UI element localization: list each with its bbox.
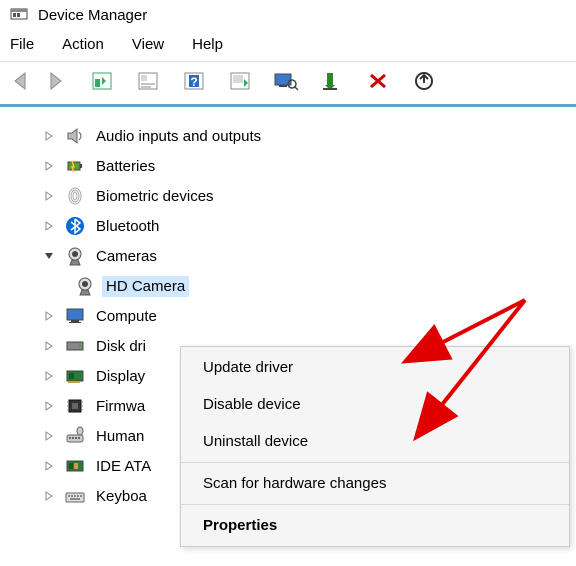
display-adapter-icon	[64, 366, 86, 386]
disk-icon	[64, 336, 86, 356]
tree-node-label: Batteries	[92, 156, 159, 177]
tree-node-cameras[interactable]: Cameras	[40, 241, 568, 271]
tree-node-label: HD Camera	[102, 276, 189, 297]
forward-button[interactable]	[42, 68, 70, 94]
cm-uninstall-device[interactable]: Uninstall device	[181, 423, 569, 460]
cm-disable-device[interactable]: Disable device	[181, 386, 569, 423]
chevron-right-icon[interactable]	[40, 401, 58, 411]
cm-separator	[181, 462, 569, 463]
tree-node-label: Compute	[92, 306, 161, 327]
tree-node-label: Disk dri	[92, 336, 150, 357]
tree-node-label: Audio inputs and outputs	[92, 126, 265, 147]
enable-device-button[interactable]	[318, 68, 346, 94]
chip-icon	[64, 396, 86, 416]
back-button[interactable]	[8, 68, 36, 94]
chevron-right-icon[interactable]	[40, 341, 58, 351]
hid-icon	[64, 426, 86, 446]
tree-node-hd-camera[interactable]: HD Camera	[40, 271, 568, 301]
bluetooth-icon	[64, 216, 86, 236]
speaker-icon	[64, 126, 86, 146]
camera-icon	[74, 276, 96, 296]
tree-node-bluetooth[interactable]: Bluetooth	[40, 211, 568, 241]
tree-node-label: Bluetooth	[92, 216, 163, 237]
monitor-search-button[interactable]	[272, 68, 300, 94]
show-hide-tree-button[interactable]	[88, 68, 116, 94]
tree-node-label: Display	[92, 366, 149, 387]
titlebar: Device Manager	[0, 0, 576, 32]
chevron-right-icon[interactable]	[40, 131, 58, 141]
tree-node-biometric[interactable]: Biometric devices	[40, 181, 568, 211]
menubar: File Action View Help	[0, 32, 576, 62]
tree-node-audio[interactable]: Audio inputs and outputs	[40, 121, 568, 151]
chevron-right-icon[interactable]	[40, 221, 58, 231]
cm-properties[interactable]: Properties	[181, 507, 569, 544]
tree-node-label: Firmwa	[92, 396, 149, 417]
chevron-right-icon[interactable]	[40, 161, 58, 171]
tree-node-batteries[interactable]: Batteries	[40, 151, 568, 181]
tree-node-computer[interactable]: Compute	[40, 301, 568, 331]
help-button[interactable]: ?	[180, 68, 208, 94]
tree-node-label: Human	[92, 426, 148, 447]
monitor-icon	[64, 306, 86, 326]
chevron-down-icon[interactable]	[40, 252, 58, 260]
update-driver-button[interactable]	[410, 68, 438, 94]
chevron-right-icon[interactable]	[40, 431, 58, 441]
tree-node-label: Biometric devices	[92, 186, 218, 207]
menu-file[interactable]: File	[10, 36, 34, 53]
tree-node-label: Keyboa	[92, 486, 151, 507]
tree-node-label: Cameras	[92, 246, 161, 267]
keyboard-icon	[64, 486, 86, 506]
toolbar: ?	[0, 62, 576, 107]
menu-view[interactable]: View	[132, 36, 164, 53]
ide-controller-icon	[64, 456, 86, 476]
battery-icon	[64, 156, 86, 176]
properties-button[interactable]	[134, 68, 162, 94]
menu-action[interactable]: Action	[62, 36, 104, 53]
chevron-right-icon[interactable]	[40, 371, 58, 381]
cm-update-driver[interactable]: Update driver	[181, 349, 569, 386]
svg-text:?: ?	[190, 75, 197, 89]
chevron-right-icon[interactable]	[40, 191, 58, 201]
context-menu: Update driver Disable device Uninstall d…	[180, 346, 570, 547]
camera-icon	[64, 246, 86, 266]
chevron-right-icon[interactable]	[40, 311, 58, 321]
devmgr-icon	[10, 6, 28, 24]
scan-hardware-button[interactable]	[226, 68, 254, 94]
disable-device-button[interactable]	[364, 68, 392, 94]
fingerprint-icon	[64, 186, 86, 206]
tree-node-label: IDE ATA	[92, 456, 155, 477]
cm-separator	[181, 504, 569, 505]
window-title: Device Manager	[38, 7, 147, 24]
menu-help[interactable]: Help	[192, 36, 223, 53]
chevron-right-icon[interactable]	[40, 461, 58, 471]
chevron-right-icon[interactable]	[40, 491, 58, 501]
cm-scan-hardware[interactable]: Scan for hardware changes	[181, 465, 569, 502]
